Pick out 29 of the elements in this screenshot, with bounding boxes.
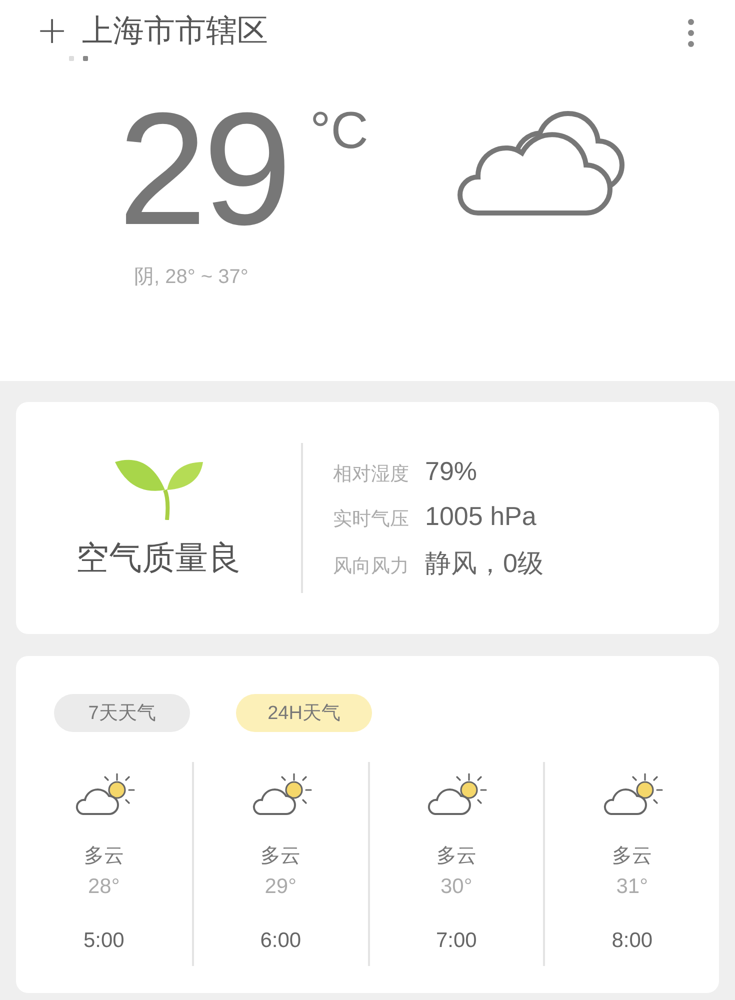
forecast-tab[interactable]: 24H天气 [236,694,372,732]
temperature-unit: °C [310,101,368,161]
weather-summary: 阴, 28° ~ 37° [134,265,250,290]
weather-condition: 多云 [84,844,124,869]
more-icon[interactable] [687,18,695,48]
partly-cloudy-icon [425,772,488,816]
weather-condition: 多云 [260,844,301,869]
hour-temperature: 29° [264,875,296,899]
detail-label: 实时气压 [333,508,409,532]
hour-time: 8:00 [612,929,653,953]
detail-label: 风向风力 [333,554,409,578]
temperature: 29 [118,99,288,239]
partly-cloudy-icon [601,772,664,816]
hour-time: 5:00 [83,929,124,953]
detail-value: 79% [425,456,478,486]
detail-label: 相对湿度 [333,462,409,486]
add-button[interactable]: + [36,10,68,50]
city-title: 上海市市辖区 [82,12,268,50]
hour-temperature: 30° [440,875,472,899]
hour-time: 7:00 [436,929,477,953]
detail-value: 1005 hPa [425,500,536,532]
forecast-tab[interactable]: 7天天气 [54,694,190,732]
hour-temperature: 28° [88,875,120,899]
weather-condition: 多云 [436,844,476,869]
hour-time: 6:00 [260,929,302,953]
hour-temperature: 31° [616,875,648,899]
air-quality-label: 空气质量良 [76,538,241,578]
weather-condition: 多云 [612,844,652,869]
detail-value: 静风，0级 [425,546,544,580]
